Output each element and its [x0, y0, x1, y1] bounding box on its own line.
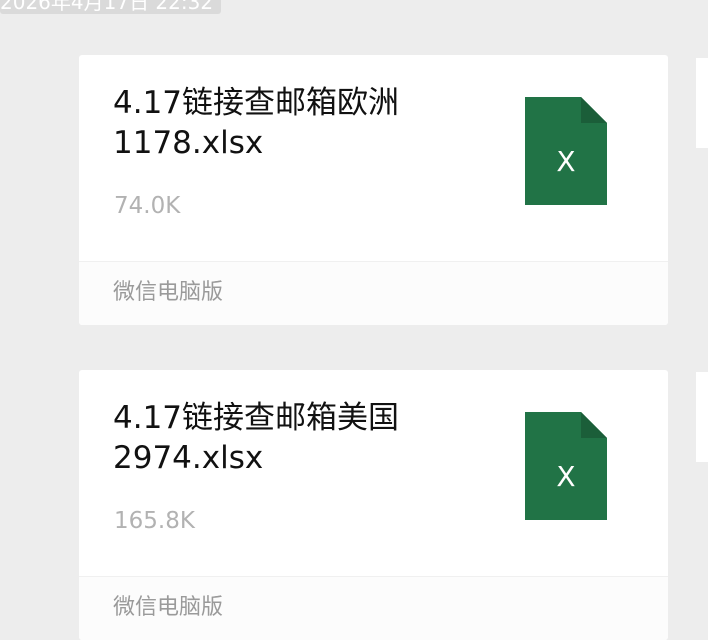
file-size: 165.8K — [114, 508, 195, 534]
file-message-main[interactable]: 4.17链接查邮箱欧洲1178.xlsx 74.0K X — [79, 55, 668, 261]
message-source-footer: 微信电脑版 — [79, 261, 668, 325]
side-panel — [696, 372, 708, 462]
message-source-label: 微信电脑版 — [113, 595, 224, 620]
file-message-card[interactable]: 4.17链接查邮箱美国2974.xlsx 165.8K X 微信电脑版 — [79, 370, 668, 640]
message-source-footer: 微信电脑版 — [79, 576, 668, 640]
excel-file-icon: X — [525, 412, 607, 520]
message-source-label: 微信电脑版 — [113, 280, 224, 305]
file-name: 4.17链接查邮箱美国2974.xlsx — [113, 400, 400, 476]
excel-icon-letter: X — [556, 145, 575, 178]
side-panel — [696, 58, 708, 148]
message-timestamp: 2026年4月17日 22:32 — [0, 0, 222, 14]
file-name: 4.17链接查邮箱欧洲1178.xlsx — [113, 85, 400, 161]
excel-file-icon: X — [525, 97, 607, 205]
file-message-card[interactable]: 4.17链接查邮箱欧洲1178.xlsx 74.0K X 微信电脑版 — [79, 55, 668, 325]
file-message-main[interactable]: 4.17链接查邮箱美国2974.xlsx 165.8K X — [79, 370, 668, 576]
excel-icon-letter: X — [556, 460, 575, 493]
file-size: 74.0K — [114, 193, 181, 219]
